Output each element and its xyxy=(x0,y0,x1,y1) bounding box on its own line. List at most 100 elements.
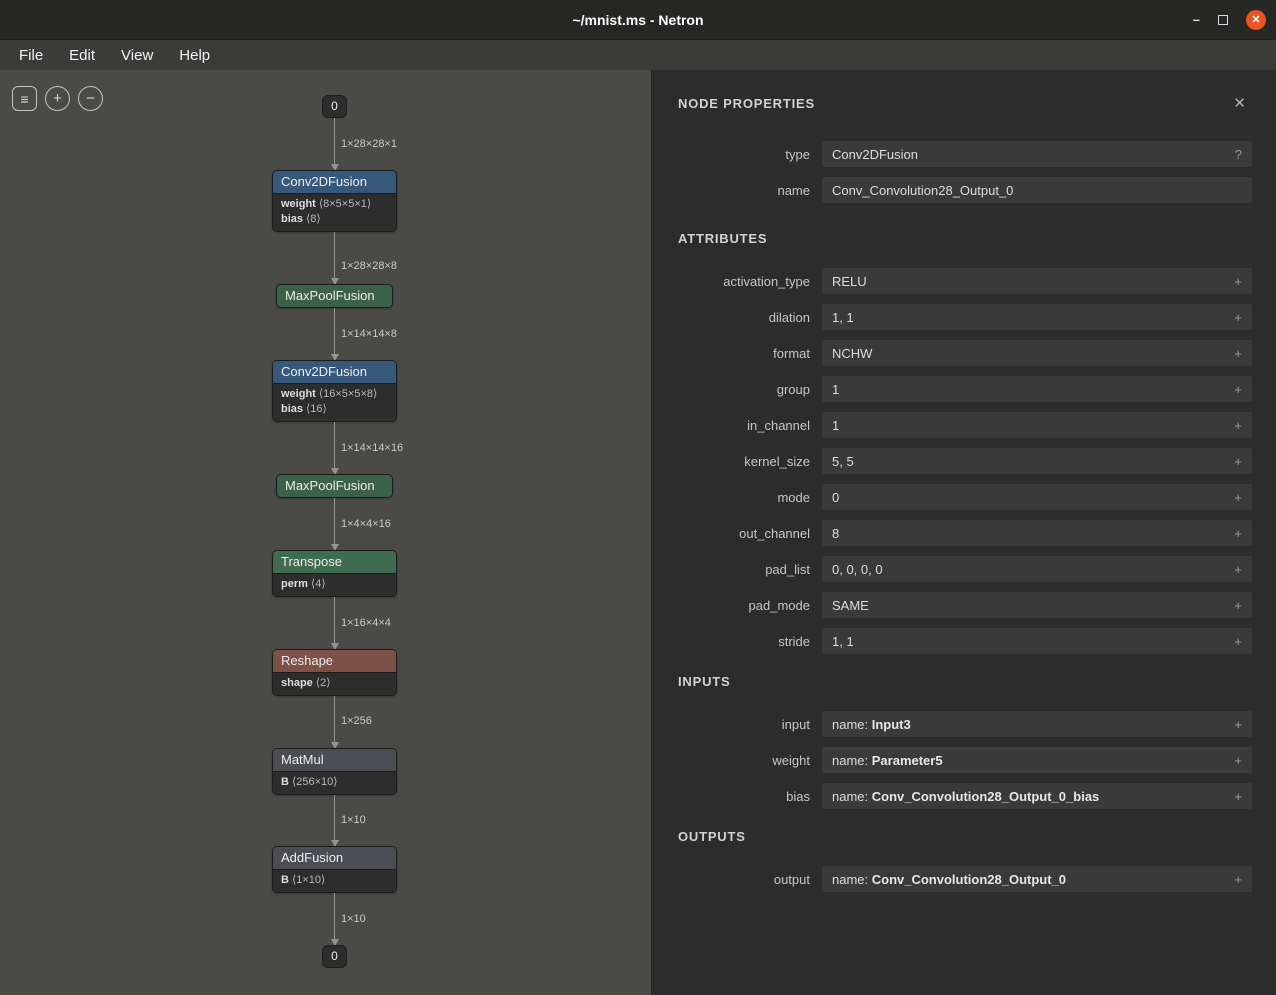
graph-canvas[interactable]: ≡ + − 0 1×28×28×1 Conv2DFusion weight⟨8×… xyxy=(0,70,651,995)
expand-icon[interactable]: + xyxy=(1234,753,1242,768)
graph-node-conv2dfusion-2[interactable]: Conv2DFusion weight⟨16×5×5×8⟩ bias⟨16⟩ xyxy=(272,360,397,422)
edge-shape-label: 1×14×14×8 xyxy=(341,328,397,340)
menu-help[interactable]: Help xyxy=(166,44,223,67)
input-label: input xyxy=(678,717,810,732)
input-label: weight xyxy=(678,753,810,768)
expand-icon[interactable]: + xyxy=(1234,526,1242,541)
expand-icon[interactable]: + xyxy=(1234,562,1242,577)
zoom-in-icon[interactable]: + xyxy=(45,86,70,111)
attribute-value-field[interactable]: 0 + xyxy=(822,484,1252,510)
property-row-type: type Conv2DFusion ? xyxy=(678,141,1252,167)
attribute-value-field[interactable]: 1 + xyxy=(822,412,1252,438)
close-button[interactable]: ✕ xyxy=(1246,10,1266,30)
edge-shape-label: 1×28×28×8 xyxy=(341,260,397,272)
edge-line xyxy=(334,597,335,649)
attribute-row: pad_list 0, 0, 0, 0 + xyxy=(678,556,1252,582)
edge-shape-label: 1×10 xyxy=(341,814,366,826)
attribute-row: mode 0 + xyxy=(678,484,1252,510)
menu-bar: File Edit View Help xyxy=(0,40,1276,70)
attribute-label: out_channel xyxy=(678,526,810,541)
expand-icon[interactable]: + xyxy=(1234,382,1242,397)
graph-node-matmul[interactable]: MatMul B⟨256×10⟩ xyxy=(272,748,397,795)
graph-input-node[interactable]: 0 xyxy=(322,95,347,118)
zoom-out-icon[interactable]: − xyxy=(78,86,103,111)
maximize-button[interactable] xyxy=(1218,15,1228,25)
expand-icon[interactable]: + xyxy=(1234,872,1242,887)
expand-icon[interactable]: + xyxy=(1234,789,1242,804)
expand-icon[interactable]: + xyxy=(1234,634,1242,649)
menu-file[interactable]: File xyxy=(6,44,56,67)
attribute-value-field[interactable]: NCHW + xyxy=(822,340,1252,366)
expand-icon[interactable]: + xyxy=(1234,346,1242,361)
attribute-value-field[interactable]: 1, 1 + xyxy=(822,304,1252,330)
input-value-field[interactable]: name: Conv_Convolution28_Output_0_bias + xyxy=(822,783,1252,809)
attribute-value-field[interactable]: 1, 1 + xyxy=(822,628,1252,654)
edge-line xyxy=(334,118,335,170)
output-row: output name: Conv_Convolution28_Output_0… xyxy=(678,866,1252,892)
expand-icon[interactable]: + xyxy=(1234,490,1242,505)
attribute-value-field[interactable]: 1 + xyxy=(822,376,1252,402)
attribute-label: pad_mode xyxy=(678,598,810,613)
output-value-field[interactable]: name: Conv_Convolution28_Output_0 + xyxy=(822,866,1252,892)
edge-line xyxy=(334,232,335,284)
edge-shape-label: 1×256 xyxy=(341,715,372,727)
graph-output-node[interactable]: 0 xyxy=(322,945,347,968)
input-row: weight name: Parameter5 + xyxy=(678,747,1252,773)
window-title: ~/mnist.ms - Netron xyxy=(572,12,703,28)
attribute-label: activation_type xyxy=(678,274,810,289)
edge-line xyxy=(334,422,335,474)
graph-node-reshape[interactable]: Reshape shape⟨2⟩ xyxy=(272,649,397,696)
edge-line xyxy=(334,893,335,945)
property-label: type xyxy=(678,147,810,162)
input-value-field[interactable]: name: Input3 + xyxy=(822,711,1252,737)
expand-icon[interactable]: + xyxy=(1234,274,1242,289)
expand-icon[interactable]: + xyxy=(1234,418,1242,433)
attribute-value-field[interactable]: 0, 0, 0, 0 + xyxy=(822,556,1252,582)
attribute-value-field[interactable]: RELU + xyxy=(822,268,1252,294)
input-value-field[interactable]: name: Parameter5 + xyxy=(822,747,1252,773)
inputs-heading: INPUTS xyxy=(678,674,1252,689)
attribute-label: format xyxy=(678,346,810,361)
attribute-row: stride 1, 1 + xyxy=(678,628,1252,654)
window-controls: – ✕ xyxy=(1193,0,1266,39)
input-label: bias xyxy=(678,789,810,804)
attribute-label: dilation xyxy=(678,310,810,325)
attribute-label: pad_list xyxy=(678,562,810,577)
attributes-heading: ATTRIBUTES xyxy=(678,231,1252,246)
name-value-field[interactable]: Conv_Convolution28_Output_0 xyxy=(822,177,1252,203)
attribute-row: group 1 + xyxy=(678,376,1252,402)
minimize-button[interactable]: – xyxy=(1193,13,1200,26)
attribute-label: kernel_size xyxy=(678,454,810,469)
attribute-row: dilation 1, 1 + xyxy=(678,304,1252,330)
menu-edit[interactable]: Edit xyxy=(56,44,108,67)
close-panel-icon[interactable]: ✕ xyxy=(1233,96,1246,111)
expand-icon[interactable]: + xyxy=(1234,598,1242,613)
edge-line xyxy=(334,795,335,846)
type-help-icon[interactable]: ? xyxy=(1235,147,1242,162)
outputs-heading: OUTPUTS xyxy=(678,829,1252,844)
expand-icon[interactable]: + xyxy=(1234,310,1242,325)
input-row: input name: Input3 + xyxy=(678,711,1252,737)
graph-node-maxpoolfusion-1[interactable]: MaxPoolFusion xyxy=(276,284,393,308)
graph-node-transpose[interactable]: Transpose perm⟨4⟩ xyxy=(272,550,397,597)
edge-shape-label: 1×4×4×16 xyxy=(341,518,391,530)
attribute-value-field[interactable]: SAME + xyxy=(822,592,1252,618)
expand-icon[interactable]: + xyxy=(1234,717,1242,732)
expand-icon[interactable]: + xyxy=(1234,454,1242,469)
edge-shape-label: 1×10 xyxy=(341,913,366,925)
panel-title: NODE PROPERTIES xyxy=(678,96,815,111)
input-row: bias name: Conv_Convolution28_Output_0_b… xyxy=(678,783,1252,809)
menu-view[interactable]: View xyxy=(108,44,166,67)
sidebar-menu-icon[interactable]: ≡ xyxy=(12,86,37,111)
graph-node-maxpoolfusion-2[interactable]: MaxPoolFusion xyxy=(276,474,393,498)
graph-node-conv2dfusion-1[interactable]: Conv2DFusion weight⟨8×5×5×1⟩ bias⟨8⟩ xyxy=(272,170,397,232)
edge-shape-label: 1×16×4×4 xyxy=(341,617,391,629)
attribute-row: in_channel 1 + xyxy=(678,412,1252,438)
graph-node-addfusion[interactable]: AddFusion B⟨1×10⟩ xyxy=(272,846,397,893)
attribute-value-field[interactable]: 5, 5 + xyxy=(822,448,1252,474)
output-label: output xyxy=(678,872,810,887)
title-bar: ~/mnist.ms - Netron – ✕ xyxy=(0,0,1276,40)
type-value-field[interactable]: Conv2DFusion ? xyxy=(822,141,1252,167)
attribute-row: pad_mode SAME + xyxy=(678,592,1252,618)
attribute-value-field[interactable]: 8 + xyxy=(822,520,1252,546)
